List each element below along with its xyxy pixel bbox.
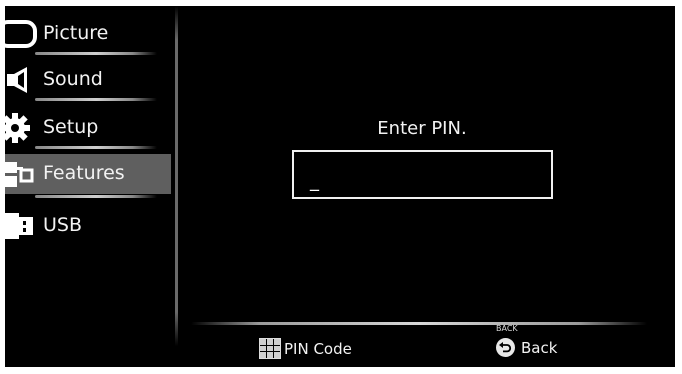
sidebar-divider [175, 6, 178, 346]
speaker-icon [5, 65, 39, 95]
menu-divider [35, 146, 157, 149]
menu-divider [35, 98, 157, 101]
menu-item-features[interactable]: Features [5, 154, 171, 194]
tv-menu-screen: Picture Sound Setup Features USB Enter P… [5, 6, 675, 367]
menu-item-picture[interactable]: Picture [5, 14, 171, 54]
menu-label-features: Features [43, 162, 125, 184]
pin-input-value: _ [310, 171, 319, 192]
back-key-caption: BACK [496, 324, 518, 333]
menu-divider [35, 195, 157, 198]
back-button[interactable]: Back [521, 339, 557, 357]
features-icon [5, 159, 39, 189]
picture-icon [5, 19, 39, 49]
pin-prompt: Enter PIN. [377, 118, 467, 139]
gear-icon [5, 113, 39, 143]
menu-item-sound[interactable]: Sound [5, 60, 171, 100]
footer-divider [191, 322, 647, 325]
keypad-grid-icon [259, 338, 281, 359]
pin-input-field[interactable]: _ [292, 150, 553, 199]
back-arrow-icon[interactable] [496, 338, 515, 357]
menu-label-setup: Setup [43, 116, 99, 138]
menu-divider [35, 52, 157, 55]
menu-label-usb: USB [43, 214, 83, 236]
menu-item-setup[interactable]: Setup [5, 108, 171, 148]
back-label: Back [521, 339, 558, 357]
menu-item-usb[interactable]: USB [5, 206, 171, 246]
usb-icon [5, 211, 39, 241]
pin-code-label: PIN Code [284, 340, 352, 358]
pin-code-hint[interactable]: PIN Code [284, 340, 352, 358]
sidebar-menu: Picture Sound Setup Features USB [5, 6, 177, 336]
menu-label-picture: Picture [43, 22, 109, 44]
menu-label-sound: Sound [43, 68, 103, 90]
